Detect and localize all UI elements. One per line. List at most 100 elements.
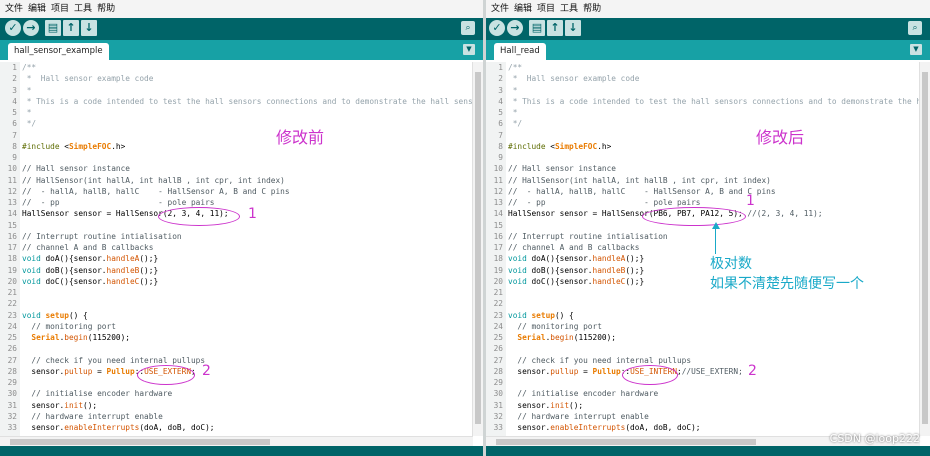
- line-number: 27: [493, 355, 503, 365]
- open-icon[interactable]: ↑: [63, 20, 79, 36]
- code-token: // check if you need internal pullups: [22, 355, 206, 365]
- code-token: sensor.: [508, 366, 551, 376]
- line-number: 9: [12, 153, 17, 162]
- line-number: 18: [7, 254, 17, 264]
- menu-edit[interactable]: 编辑: [514, 0, 532, 18]
- code-token: sensor.: [22, 400, 65, 410]
- code-line: 26: [0, 343, 473, 354]
- vertical-scrollbar[interactable]: [919, 62, 930, 436]
- annotation-ellipse-2: [622, 365, 678, 385]
- code-token: doA(){sensor.: [526, 254, 593, 264]
- code-line: 27 // check if you need internal pullups: [486, 355, 920, 366]
- save-icon[interactable]: ↓: [81, 20, 97, 36]
- line-number: 4: [498, 96, 503, 106]
- code-token: Serial: [517, 333, 546, 342]
- code-token: .h>: [111, 141, 126, 151]
- upload-icon[interactable]: →: [23, 20, 39, 36]
- code-line: 27 // check if you need internal pullups: [0, 355, 473, 366]
- code-line: 29: [0, 377, 473, 388]
- new-icon[interactable]: ▤: [529, 20, 545, 36]
- code-token: // Hall sensor instance: [508, 164, 616, 174]
- line-number: 26: [493, 344, 503, 354]
- code-token: // initialise encoder hardware: [22, 389, 173, 399]
- tab-menu-icon[interactable]: ▼: [463, 44, 475, 55]
- code-line: 3 *: [0, 85, 473, 96]
- new-icon[interactable]: ▤: [45, 20, 61, 36]
- line-number: 8: [12, 141, 17, 151]
- code-area[interactable]: 1/** 2 * Hall sensor example code 3 * 4 * T…: [0, 62, 473, 433]
- code-token: * Hall sensor example code: [22, 74, 154, 84]
- code-token: ();}: [139, 254, 159, 264]
- menu-help[interactable]: 帮助: [97, 0, 115, 18]
- code-area[interactable]: 1/** 2 * Hall sensor example code 3 * 4 * T…: [486, 62, 920, 433]
- annotation-after: 修改后: [756, 128, 805, 147]
- code-token: handleB: [592, 265, 626, 275]
- line-number: 1: [498, 63, 503, 72]
- code-token: handleB: [106, 265, 140, 275]
- code-token: begin: [550, 333, 574, 342]
- code-line: 10 // Hall sensor instance: [0, 163, 473, 174]
- menu-sketch[interactable]: 项目: [537, 0, 555, 18]
- annotation-ellipse-1: [158, 207, 240, 226]
- menu-file[interactable]: 文件: [5, 0, 23, 18]
- menu-edit[interactable]: 编辑: [28, 0, 46, 18]
- serial-monitor-icon[interactable]: ⌕: [908, 21, 922, 35]
- code-token: // HallSensor(int hallA, int hallB , int…: [22, 175, 285, 185]
- code-token: void: [508, 276, 527, 286]
- annotation-note-hint: 如果不清楚先随便写一个: [710, 276, 864, 292]
- code-token: sensor.: [22, 366, 65, 376]
- code-token: // initialise encoder hardware: [508, 389, 659, 399]
- code-line: 30 // initialise encoder hardware: [486, 388, 920, 399]
- line-number: 25: [7, 333, 17, 342]
- verify-icon[interactable]: ✓: [5, 20, 21, 36]
- save-icon[interactable]: ↓: [565, 20, 581, 36]
- menu-tools[interactable]: 工具: [74, 0, 92, 18]
- code-token: ();: [569, 400, 584, 410]
- line-number: 11: [493, 175, 503, 185]
- line-number: 33: [493, 423, 503, 432]
- annotation-ellipse-1: [642, 207, 746, 226]
- annotation-before: 修改前: [276, 128, 325, 147]
- open-icon[interactable]: ↑: [547, 20, 563, 36]
- code-line: 4 * This is a code intended to test the …: [0, 96, 473, 107]
- code-token: void: [22, 254, 41, 264]
- serial-monitor-icon[interactable]: ⌕: [461, 21, 475, 35]
- tab-menu-icon[interactable]: ▼: [910, 44, 922, 55]
- code-token: /**: [22, 63, 37, 72]
- code-token: // - pp - pole pairs: [22, 198, 215, 207]
- code-editor[interactable]: 1/** 2 * Hall sensor example code 3 * 4 * T…: [486, 62, 930, 436]
- code-line: 22: [0, 298, 473, 309]
- line-number: 31: [7, 400, 17, 410]
- code-line: 1 /**: [0, 62, 473, 73]
- code-line: 16 // Interrupt routine intialisation: [0, 231, 473, 242]
- menu-tools[interactable]: 工具: [560, 0, 578, 18]
- code-token: void: [508, 310, 527, 320]
- code-line: 28 sensor.pullup = Pullup::USE_INTERN;//…: [486, 366, 920, 377]
- tab-sketch[interactable]: hall_sensor_example: [8, 43, 109, 60]
- line-number: 20: [7, 276, 17, 286]
- upload-icon[interactable]: →: [507, 20, 523, 36]
- menu-file[interactable]: 文件: [491, 0, 509, 18]
- line-number: 16: [493, 231, 503, 241]
- line-number: 10: [7, 164, 17, 174]
- tab-sketch[interactable]: Hall_read: [494, 43, 546, 60]
- code-editor[interactable]: 1/** 2 * Hall sensor example code 3 * 4 * T…: [0, 62, 483, 436]
- code-token: =: [578, 366, 593, 376]
- code-token: (115200);: [573, 333, 616, 342]
- menu-help[interactable]: 帮助: [583, 0, 601, 18]
- line-number: 2: [498, 74, 503, 84]
- verify-icon[interactable]: ✓: [489, 20, 505, 36]
- vertical-scrollbar[interactable]: [472, 62, 483, 436]
- code-line: 31 sensor.init();: [0, 400, 473, 411]
- code-token: enableInterrupts: [550, 423, 626, 432]
- code-token: doC(){sensor.: [40, 276, 107, 286]
- code-token: // monitoring port: [508, 321, 602, 331]
- code-token: // monitoring port: [22, 321, 116, 331]
- code-token: // check if you need internal pullups: [508, 355, 692, 365]
- menu-sketch[interactable]: 项目: [51, 0, 69, 18]
- code-line: 6 */: [0, 118, 473, 129]
- line-number: 11: [7, 175, 17, 185]
- code-line: 20 void doC(){sensor.handleC();}: [0, 276, 473, 287]
